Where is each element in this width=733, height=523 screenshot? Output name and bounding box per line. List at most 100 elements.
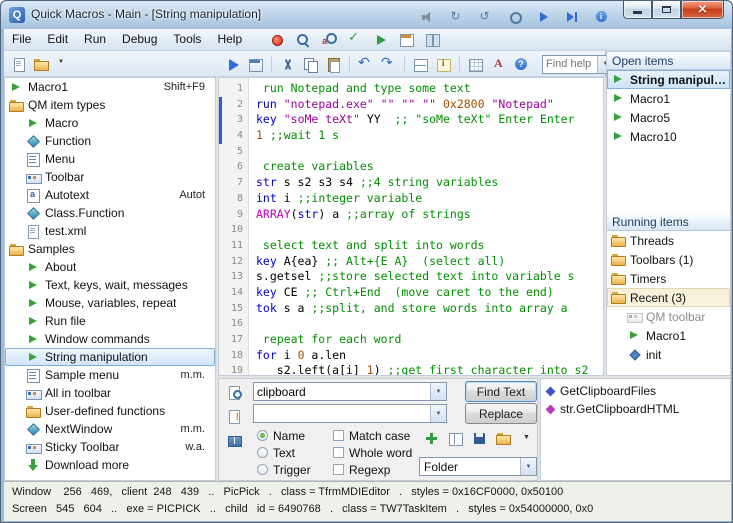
tree-item[interactable]: test.xml bbox=[5, 222, 215, 240]
chevron-down-icon[interactable] bbox=[520, 458, 536, 475]
tip-button[interactable] bbox=[433, 54, 454, 74]
running-item[interactable]: init bbox=[607, 345, 730, 364]
replace-input-combo[interactable] bbox=[253, 404, 447, 423]
running-item[interactable]: Macro1 bbox=[607, 326, 730, 345]
find-text-button[interactable]: Find Text bbox=[465, 381, 537, 402]
open-item[interactable]: Macro10 bbox=[607, 127, 730, 146]
open-item[interactable]: String manipulation bbox=[607, 70, 730, 89]
layout-button[interactable] bbox=[445, 428, 466, 448]
runmenu-button[interactable] bbox=[370, 30, 391, 50]
panels-button[interactable] bbox=[422, 30, 443, 50]
result-item[interactable]: GetClipboardFiles bbox=[541, 382, 730, 400]
replace-button[interactable]: Replace bbox=[465, 403, 537, 424]
find-errors-button[interactable] bbox=[223, 405, 245, 427]
tree-item[interactable]: AutotextAutot bbox=[5, 186, 215, 204]
tree-item[interactable]: Download more bbox=[5, 456, 215, 474]
open-item[interactable]: Macro5 bbox=[607, 108, 730, 127]
power-button[interactable] bbox=[504, 7, 525, 27]
redo-button[interactable] bbox=[378, 54, 399, 74]
compile-button[interactable] bbox=[344, 30, 365, 50]
running-item[interactable]: Timers bbox=[607, 269, 730, 288]
tree-item[interactable]: Toolbar bbox=[5, 168, 215, 186]
running-item[interactable]: QM toolbar bbox=[607, 307, 730, 326]
tree-item[interactable]: QM item types bbox=[5, 96, 215, 114]
grid-button[interactable] bbox=[465, 54, 486, 74]
text-button[interactable] bbox=[488, 54, 509, 74]
tree-item[interactable]: All in toolbar bbox=[5, 384, 215, 402]
speaker-mute-button[interactable] bbox=[417, 7, 438, 27]
tree-item[interactable]: Run file bbox=[5, 312, 215, 330]
titlebar[interactable]: Quick Macros - Main - [String manipulati… bbox=[1, 1, 732, 29]
tree-item[interactable]: Mouse, variables, repeat bbox=[5, 294, 215, 312]
chevron-down-icon[interactable] bbox=[430, 405, 446, 422]
find-input[interactable] bbox=[254, 383, 428, 400]
folders-button[interactable] bbox=[493, 428, 514, 448]
sync-button[interactable] bbox=[475, 7, 496, 27]
find-input-combo[interactable] bbox=[253, 382, 447, 401]
add-button[interactable] bbox=[421, 428, 442, 448]
newwin-button[interactable] bbox=[396, 30, 417, 50]
tree-item[interactable]: Sticky Toolbarw.a. bbox=[5, 438, 215, 456]
tree-item[interactable]: Class.Function bbox=[5, 204, 215, 222]
code-area[interactable]: run Notepad and type some textrun "notep… bbox=[256, 81, 603, 375]
find-button[interactable] bbox=[292, 30, 313, 50]
open-button[interactable] bbox=[31, 54, 52, 74]
save-button[interactable] bbox=[469, 428, 490, 448]
copy-button[interactable] bbox=[300, 54, 321, 74]
tree-item[interactable]: Window commands bbox=[5, 330, 215, 348]
tree-item[interactable]: User-defined functions bbox=[5, 402, 215, 420]
chevron-down-icon[interactable] bbox=[430, 383, 446, 400]
running-item[interactable]: Recent (3) bbox=[607, 288, 730, 307]
tree-item[interactable]: NextWindowm.m. bbox=[5, 420, 215, 438]
menu-file[interactable]: File bbox=[4, 29, 39, 50]
tree-item[interactable]: String manipulation bbox=[5, 348, 215, 366]
new-button[interactable] bbox=[8, 54, 29, 74]
radio-trigger[interactable]: Trigger bbox=[257, 461, 311, 478]
radio-name[interactable]: Name bbox=[257, 427, 311, 444]
menu-run[interactable]: Run bbox=[76, 29, 114, 50]
find-help-input[interactable] bbox=[543, 56, 595, 73]
open-item[interactable]: Macro1 bbox=[607, 89, 730, 108]
record-button[interactable] bbox=[266, 30, 287, 50]
cut-button[interactable] bbox=[277, 54, 298, 74]
panes-button[interactable] bbox=[410, 54, 431, 74]
help-button[interactable] bbox=[511, 54, 532, 74]
find-help-book-button[interactable] bbox=[223, 429, 245, 451]
tree-item[interactable]: Menu bbox=[5, 150, 215, 168]
checkbox-regexp[interactable]: Regexp bbox=[333, 461, 412, 478]
refresh-button[interactable] bbox=[446, 7, 467, 27]
minimize-button[interactable] bbox=[623, 1, 652, 19]
code-editor[interactable]: 12345678910111213141516171819 run Notepa… bbox=[218, 77, 604, 376]
result-item[interactable]: str.GetClipboardHTML bbox=[541, 400, 730, 418]
findtext-button[interactable] bbox=[318, 30, 339, 50]
find-help-combo[interactable] bbox=[542, 55, 614, 74]
forward-button[interactable] bbox=[533, 7, 554, 27]
info-button[interactable] bbox=[591, 7, 612, 27]
paste-button[interactable] bbox=[323, 54, 344, 74]
opendrop-button[interactable] bbox=[54, 54, 75, 74]
undo-button[interactable] bbox=[355, 54, 376, 74]
folder-filter-combo[interactable]: Folder bbox=[419, 457, 537, 476]
tree-item[interactable]: Macro1Shift+F9 bbox=[5, 78, 215, 96]
next-button[interactable] bbox=[562, 7, 583, 27]
menu-help[interactable]: Help bbox=[209, 29, 250, 50]
checkbox-match-case[interactable]: Match case bbox=[333, 427, 412, 444]
tree-item[interactable]: About bbox=[5, 258, 215, 276]
tree-item[interactable]: Function bbox=[5, 132, 215, 150]
find-files-button[interactable] bbox=[223, 381, 245, 403]
tree-item[interactable]: Sample menum.m. bbox=[5, 366, 215, 384]
running-item[interactable]: Toolbars (1) bbox=[607, 250, 730, 269]
radio-text[interactable]: Text bbox=[257, 444, 311, 461]
menu-edit[interactable]: Edit bbox=[39, 29, 76, 50]
windows-button[interactable] bbox=[245, 54, 266, 74]
running-item[interactable]: Threads bbox=[607, 231, 730, 250]
menu-tools[interactable]: Tools bbox=[165, 29, 209, 50]
tree-item[interactable]: Text, keys, wait, messages bbox=[5, 276, 215, 294]
menu-debug[interactable]: Debug bbox=[114, 29, 165, 50]
more-button[interactable] bbox=[517, 428, 538, 448]
checkbox-whole-word[interactable]: Whole word bbox=[333, 444, 412, 461]
close-button[interactable] bbox=[681, 1, 724, 19]
run-button[interactable] bbox=[222, 54, 243, 74]
tree-item[interactable]: Samples bbox=[5, 240, 215, 258]
tree-item[interactable]: Macro bbox=[5, 114, 215, 132]
